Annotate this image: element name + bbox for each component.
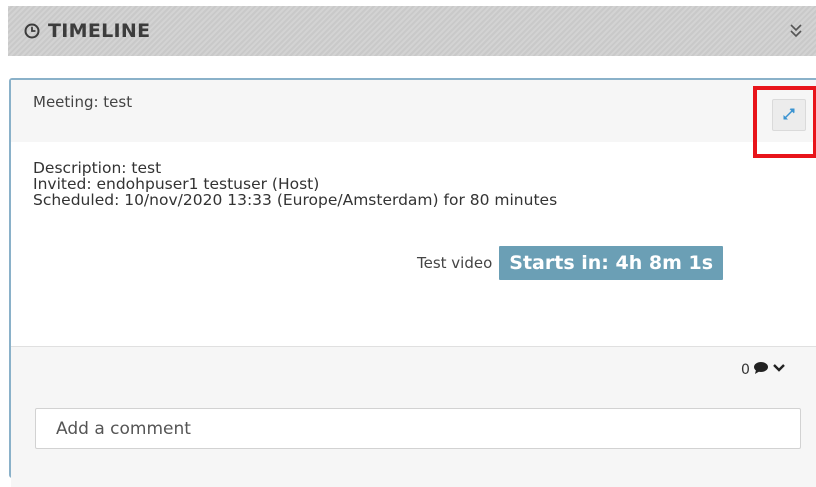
meeting-details: Description: test Invited: endohpuser1 t… <box>33 160 557 208</box>
chevron-down-icon[interactable] <box>772 362 786 378</box>
clock-icon <box>24 23 40 39</box>
meeting-description: Description: test <box>33 159 162 177</box>
expand-button[interactable] <box>772 99 806 131</box>
starts-in-badge: Starts in: 4h 8m 1s <box>499 246 724 280</box>
timeline-title: TIMELINE <box>48 20 151 42</box>
add-comment-input[interactable] <box>35 408 801 449</box>
meeting-invited: Invited: endohpuser1 testuser (Host) <box>33 175 320 193</box>
timeline-header: TIMELINE <box>8 6 816 56</box>
comment-count[interactable]: 0 <box>741 361 786 379</box>
card-title-row: Meeting: test <box>11 80 816 142</box>
video-row: Test video Starts in: 4h 8m 1s <box>417 246 724 280</box>
test-video-link[interactable]: Test video <box>417 254 492 272</box>
double-chevron-down-icon[interactable] <box>788 22 804 40</box>
card-footer: 0 <box>11 346 816 487</box>
comment-bubble-icon <box>753 361 769 379</box>
comment-count-value: 0 <box>741 362 750 378</box>
meeting-card: Meeting: test Description: test Invited:… <box>9 78 816 487</box>
expand-arrows-icon <box>782 106 796 125</box>
meeting-scheduled: Scheduled: 10/nov/2020 13:33 (Europe/Ams… <box>33 191 558 209</box>
meeting-title: Meeting: test <box>33 93 133 111</box>
